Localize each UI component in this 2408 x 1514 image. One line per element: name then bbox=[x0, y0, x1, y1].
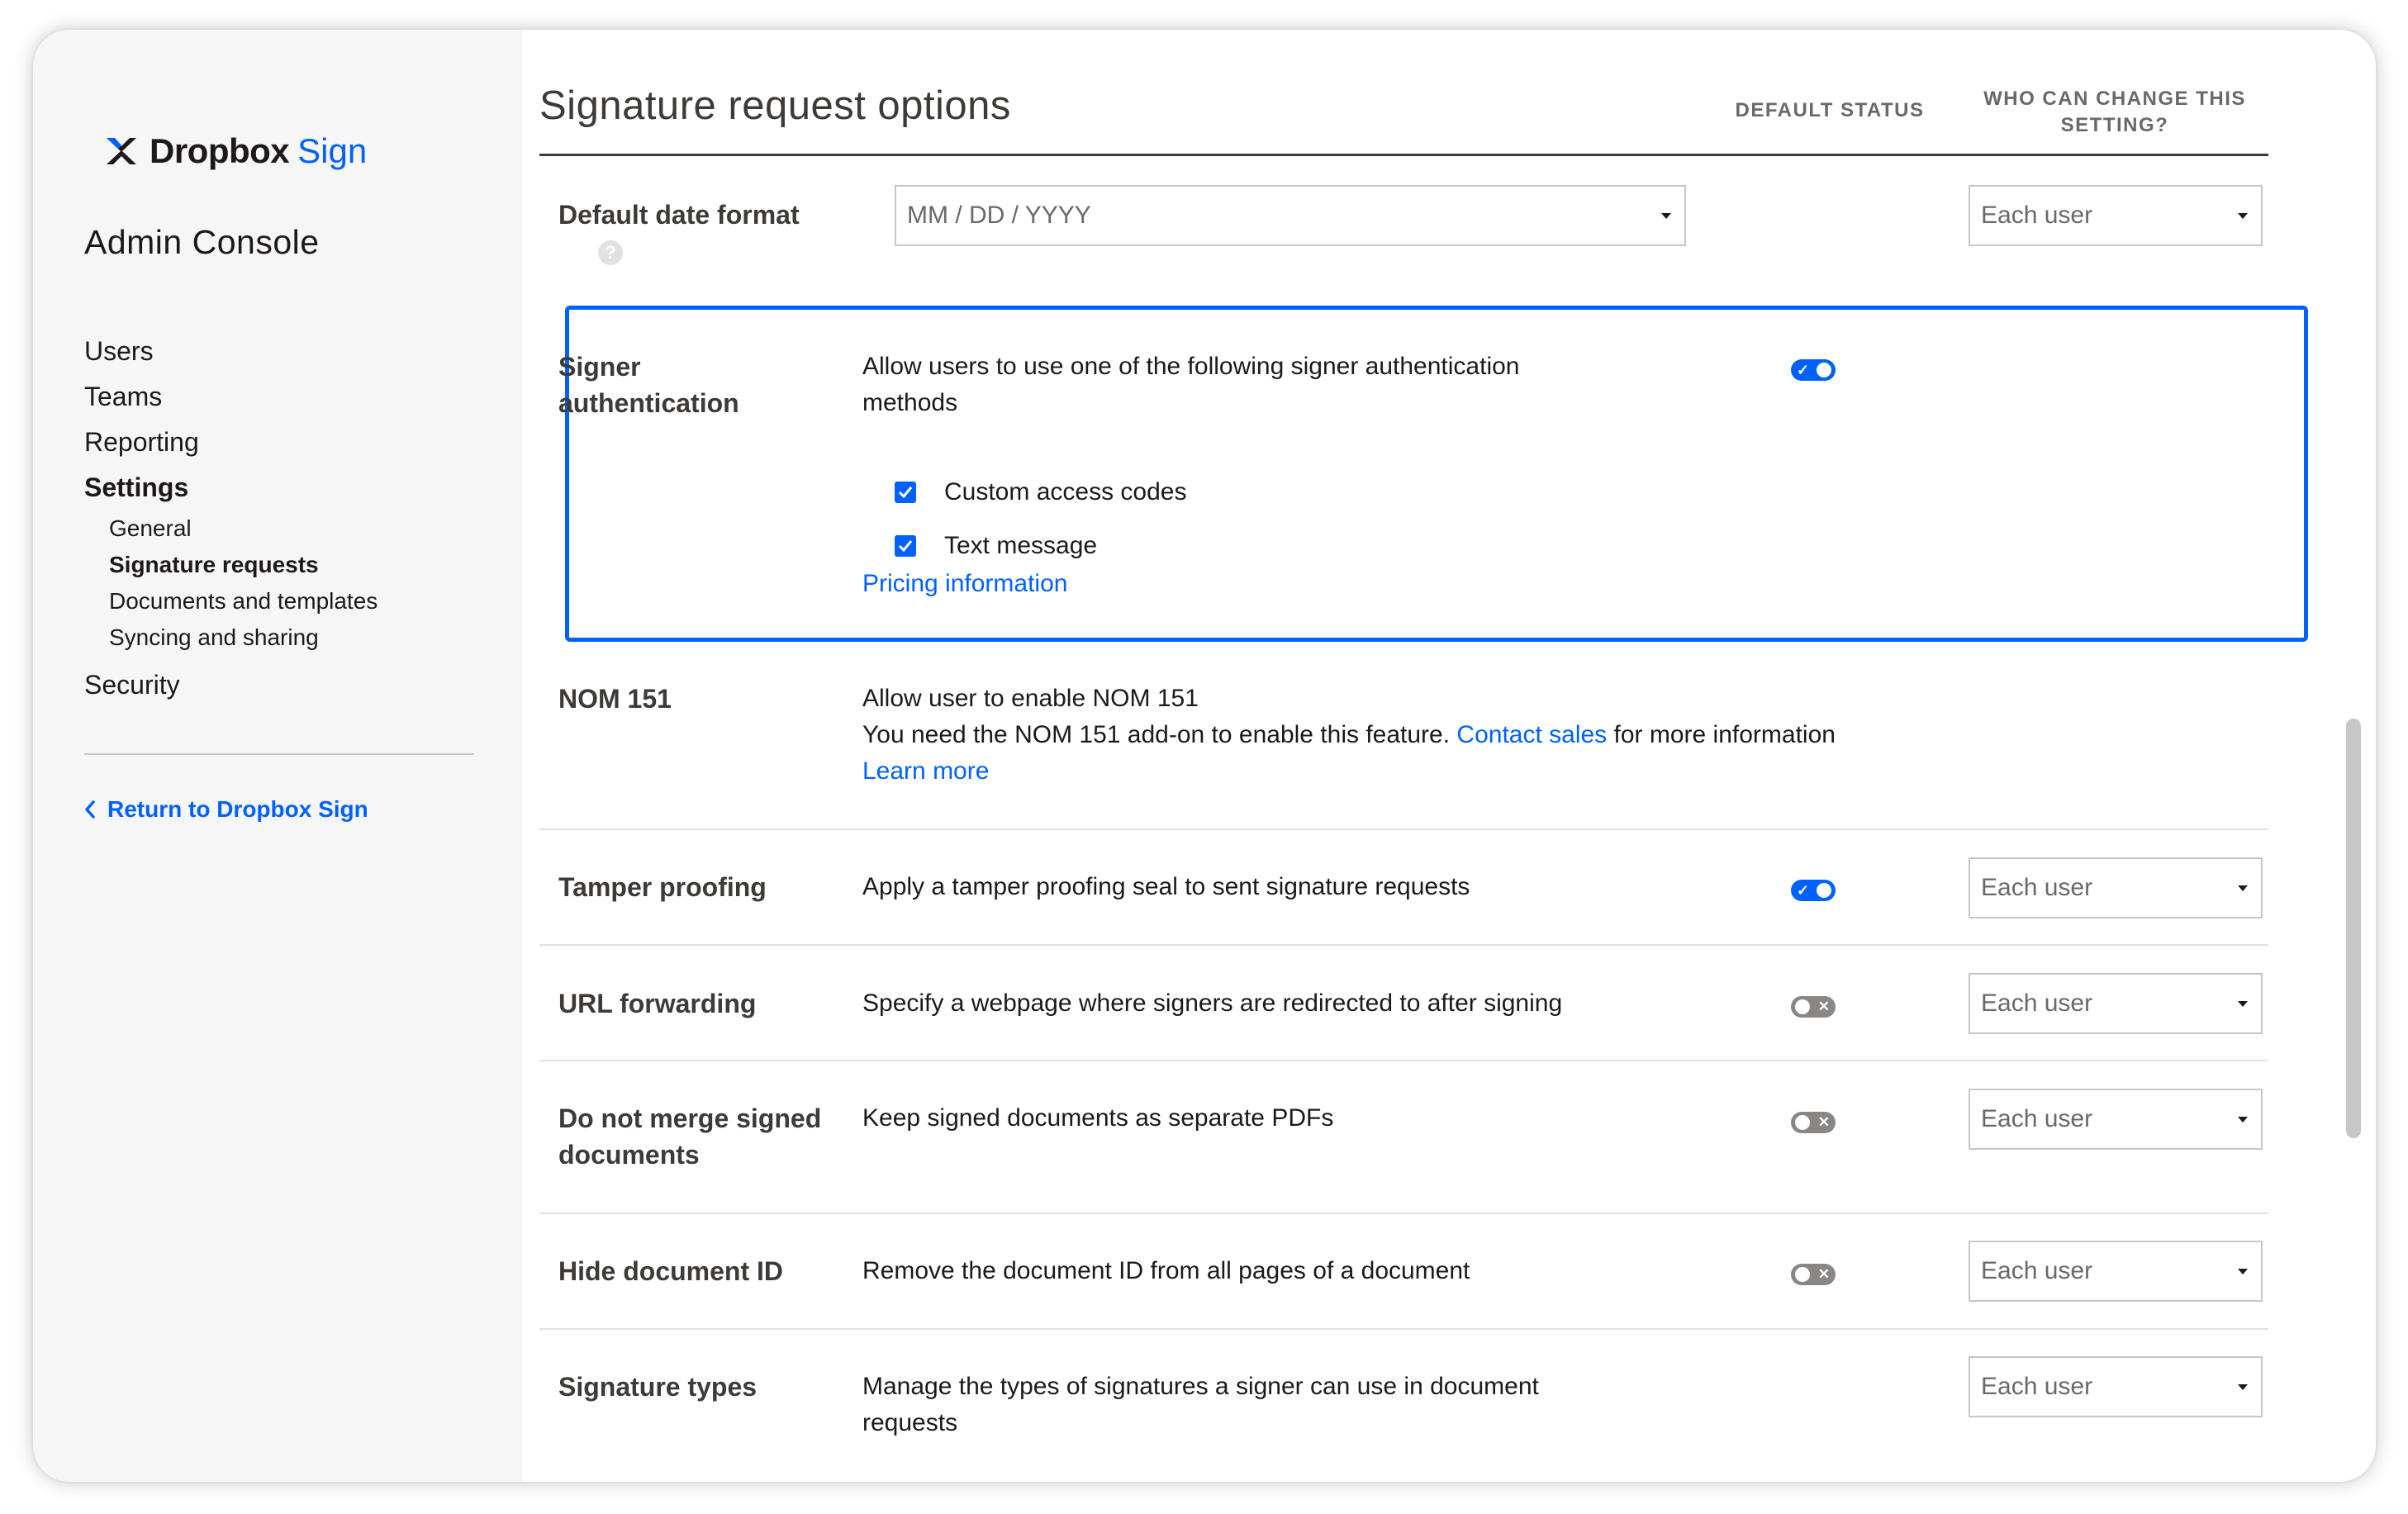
row-divider bbox=[539, 944, 2268, 946]
pricing-information-link[interactable]: Pricing information bbox=[862, 566, 1067, 602]
header-divider bbox=[539, 154, 2268, 156]
x-icon: ✕ bbox=[1817, 1266, 1830, 1282]
custom-access-codes-checkbox[interactable] bbox=[895, 482, 916, 503]
dropbox-sign-logo[interactable]: Dropbox Sign bbox=[105, 121, 367, 182]
check-icon: ✓ bbox=[1797, 362, 1810, 378]
logo-text: Dropbox bbox=[150, 131, 290, 170]
nom151-label: NOM 151 bbox=[558, 684, 672, 714]
date-format-select[interactable]: MM / DD / YYYY bbox=[895, 185, 1686, 246]
toggle-knob bbox=[1795, 1267, 1810, 1282]
tamper-proofing-toggle[interactable]: ✓ bbox=[1791, 880, 1836, 901]
hide-document-id-toggle[interactable]: ✕ bbox=[1791, 1264, 1836, 1285]
scrollbar[interactable] bbox=[2346, 719, 2361, 1138]
row-divider bbox=[539, 828, 2268, 830]
custom-access-codes-label: Custom access codes bbox=[944, 478, 1187, 505]
toggle-knob bbox=[1795, 1115, 1810, 1130]
checkmark-icon bbox=[898, 540, 913, 553]
chevron-down-icon bbox=[2238, 1117, 2248, 1122]
toggle-knob bbox=[1817, 363, 1831, 377]
signature-types-desc: Manage the types of signatures a signer … bbox=[862, 1373, 1539, 1436]
sidebar-nav: Users Teams Reporting Settings General S… bbox=[84, 329, 378, 708]
help-icon[interactable]: ? bbox=[598, 240, 623, 265]
chevron-left-icon bbox=[85, 800, 95, 819]
column-header-default-status: DEFAULT STATUS bbox=[1735, 99, 1925, 121]
tamper-proofing-who-value: Each user bbox=[1981, 874, 2093, 901]
page-title: Signature request options bbox=[539, 83, 1011, 128]
url-forwarding-toggle[interactable]: ✕ bbox=[1791, 996, 1836, 1018]
nom151-line2-suffix: for more information bbox=[1613, 721, 1836, 748]
nav-item-security[interactable]: Security bbox=[84, 662, 378, 708]
url-forwarding-desc: Specify a webpage where signers are redi… bbox=[862, 990, 1563, 1017]
signature-types-who-value: Each user bbox=[1981, 1373, 2093, 1400]
tamper-proofing-desc: Apply a tamper proofing seal to sent sig… bbox=[862, 873, 1470, 900]
chevron-down-icon bbox=[2238, 213, 2248, 219]
text-message-checkbox[interactable] bbox=[895, 535, 916, 557]
signature-types-who-select[interactable]: Each user bbox=[1969, 1356, 2263, 1417]
chevron-down-icon bbox=[2238, 1001, 2248, 1007]
hide-document-id-who-select[interactable]: Each user bbox=[1969, 1241, 2263, 1302]
url-forwarding-label: URL forwarding bbox=[558, 989, 757, 1018]
signature-types-label: Signature types bbox=[558, 1372, 758, 1402]
nav-sub-documents-templates[interactable]: Documents and templates bbox=[84, 583, 378, 619]
column-header-who-can-change: WHO CAN CHANGE THIS SETTING? bbox=[1983, 88, 2246, 136]
x-icon: ✕ bbox=[1817, 999, 1830, 1014]
hide-document-id-who-value: Each user bbox=[1981, 1257, 2093, 1284]
sidebar: Dropbox Sign Admin Console Users Teams R… bbox=[33, 30, 522, 1482]
chevron-down-icon bbox=[1661, 213, 1671, 219]
nom151-line2: You need the NOM 151 add-on to enable th… bbox=[862, 717, 1836, 753]
tamper-proofing-label: Tamper proofing bbox=[558, 872, 767, 902]
row-divider bbox=[539, 1060, 2268, 1061]
nav-sub-signature-requests[interactable]: Signature requests bbox=[84, 547, 378, 583]
text-message-label: Text message bbox=[944, 532, 1098, 559]
checkmark-icon bbox=[898, 486, 913, 499]
tamper-proofing-who-select[interactable]: Each user bbox=[1969, 857, 2263, 918]
row-divider bbox=[539, 1213, 2268, 1214]
chevron-down-icon bbox=[2238, 885, 2248, 891]
return-to-dropbox-sign-link[interactable]: Return to Dropbox Sign bbox=[84, 796, 368, 823]
signer-auth-label: Signer authentication bbox=[558, 352, 739, 418]
console-title: Admin Console bbox=[84, 223, 320, 261]
learn-more-link[interactable]: Learn more bbox=[862, 753, 989, 790]
do-not-merge-who-value: Each user bbox=[1981, 1105, 2093, 1132]
nav-item-users[interactable]: Users bbox=[84, 329, 378, 374]
nav-sub-general[interactable]: General bbox=[84, 510, 378, 547]
date-format-label: Default date format bbox=[558, 200, 800, 230]
do-not-merge-toggle[interactable]: ✕ bbox=[1791, 1112, 1836, 1133]
chevron-down-icon bbox=[2238, 1384, 2248, 1390]
url-forwarding-who-value: Each user bbox=[1981, 990, 2093, 1017]
sidebar-divider bbox=[84, 753, 474, 755]
nav-item-settings[interactable]: Settings bbox=[84, 465, 378, 510]
hide-document-id-label: Hide document ID bbox=[558, 1256, 784, 1286]
toggle-knob bbox=[1817, 883, 1831, 898]
dropbox-sign-logo-icon bbox=[107, 138, 136, 164]
nav-item-reporting[interactable]: Reporting bbox=[84, 420, 378, 465]
date-format-who-value: Each user bbox=[1981, 202, 2093, 229]
nom151-line2-prefix: You need the NOM 151 add-on to enable th… bbox=[862, 721, 1451, 748]
date-format-who-select[interactable]: Each user bbox=[1969, 185, 2263, 246]
check-icon: ✓ bbox=[1797, 882, 1810, 899]
do-not-merge-label: Do not merge signed documents bbox=[558, 1103, 822, 1170]
contact-sales-link[interactable]: Contact sales bbox=[1456, 721, 1607, 748]
logo-accent-text: Sign bbox=[297, 131, 368, 170]
hide-document-id-desc: Remove the document ID from all pages of… bbox=[862, 1257, 1470, 1284]
chevron-down-icon bbox=[2238, 1269, 2248, 1274]
x-icon: ✕ bbox=[1817, 1114, 1830, 1130]
toggle-knob bbox=[1795, 999, 1810, 1014]
url-forwarding-who-select[interactable]: Each user bbox=[1969, 973, 2263, 1034]
row-divider bbox=[539, 1328, 2268, 1330]
nav-item-teams[interactable]: Teams bbox=[84, 374, 378, 420]
do-not-merge-desc: Keep signed documents as separate PDFs bbox=[862, 1104, 1334, 1132]
nav-sub-syncing-sharing[interactable]: Syncing and sharing bbox=[84, 619, 378, 656]
signer-auth-toggle[interactable]: ✓ bbox=[1791, 359, 1836, 381]
do-not-merge-who-select[interactable]: Each user bbox=[1969, 1089, 2263, 1150]
signer-auth-desc: Allow users to use one of the following … bbox=[862, 353, 1520, 416]
nom151-line1: Allow user to enable NOM 151 bbox=[862, 685, 1199, 712]
date-format-value: MM / DD / YYYY bbox=[907, 202, 1091, 229]
return-link-label: Return to Dropbox Sign bbox=[107, 796, 368, 822]
